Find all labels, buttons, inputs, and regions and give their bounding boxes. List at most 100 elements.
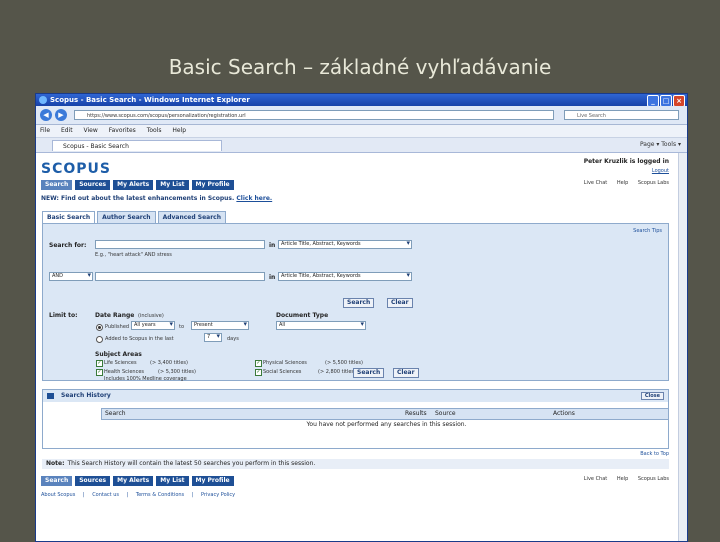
field-2-select[interactable]: Article Title, Abstract, Keywords	[278, 272, 412, 281]
footer-nav-my-alerts[interactable]: My Alerts	[113, 476, 154, 486]
top-nav: Search Sources My Alerts My List My Prof…	[41, 180, 234, 190]
tab-author-search[interactable]: Author Search	[97, 211, 156, 223]
menu-tools[interactable]: Tools	[147, 127, 162, 134]
footer-live-chat-link[interactable]: Live Chat	[584, 476, 607, 482]
live-chat-link[interactable]: Live Chat	[584, 180, 607, 186]
added-label: Added to Scopus in the last	[105, 336, 174, 342]
footer-nav-sources[interactable]: Sources	[75, 476, 111, 486]
to-label: to	[179, 324, 185, 330]
page-scrollbar[interactable]	[678, 153, 687, 541]
search-term-2-input[interactable]	[95, 272, 265, 281]
health-sciences-count: (> 5,300 titles)	[158, 369, 196, 375]
back-arrow-icon[interactable]: ◀	[40, 109, 52, 121]
footer-separator: |	[82, 492, 85, 498]
operator-select[interactable]: AND	[49, 272, 93, 281]
live-search-input[interactable]: Live Search	[564, 110, 679, 120]
history-note: Note: This Search History will contain th…	[42, 459, 669, 469]
tab-advanced-search[interactable]: Advanced Search	[157, 211, 226, 223]
published-radio[interactable]	[96, 324, 103, 331]
footer-help-link[interactable]: Help	[617, 476, 628, 482]
social-sciences-count: (> 2,800 titles)	[318, 369, 356, 375]
life-sciences-count: (> 3,400 titles)	[150, 360, 188, 366]
physical-sciences-label: Physical Sciences	[263, 360, 307, 366]
subject-areas-label: Subject Areas	[95, 351, 142, 358]
date-range-label: Date Range	[95, 312, 135, 319]
news-link[interactable]: Click here.	[236, 195, 272, 202]
limit-to-label: Limit to:	[49, 312, 78, 319]
help-links: Live Chat Help Scopus Labs	[576, 180, 669, 186]
health-sciences-note: Includes 100% Medline coverage	[104, 376, 187, 382]
terms-link[interactable]: Terms & Conditions	[136, 492, 184, 498]
nav-my-profile[interactable]: My Profile	[191, 180, 234, 190]
address-input[interactable]: https://www.scopus.com/scopus/personaliz…	[74, 110, 554, 120]
footer-help-links: Live Chat Help Scopus Labs	[576, 476, 669, 482]
news-text: NEW: Find out about the latest enhanceme…	[41, 195, 235, 202]
years-to-select[interactable]: Present	[191, 321, 249, 330]
years-from-select[interactable]: All years	[131, 321, 175, 330]
search-button[interactable]: Search	[343, 298, 375, 308]
scopus-logo[interactable]: SCOPUS	[41, 161, 111, 177]
nav-sources[interactable]: Sources	[75, 180, 111, 190]
footer-nav: Search Sources My Alerts My List My Prof…	[41, 476, 234, 486]
scopus-page: SCOPUS Peter Kruzlik is logged in Logout…	[36, 153, 687, 541]
tab-bar: Scopus - Basic Search Page ▾ Tools ▾	[36, 138, 687, 153]
life-sciences-checkbox[interactable]: ✓	[96, 360, 103, 367]
field-1-select[interactable]: Article Title, Abstract, Keywords	[278, 240, 412, 249]
footer-nav-search[interactable]: Search	[41, 476, 73, 486]
search-history-header: Search History Close	[43, 390, 668, 402]
health-sciences-checkbox[interactable]: ✓	[96, 369, 103, 376]
about-scopus-link[interactable]: About Scopus	[41, 492, 75, 498]
nav-my-alerts[interactable]: My Alerts	[113, 180, 154, 190]
inclusive-label: (inclusive)	[138, 313, 164, 319]
document-type-label: Document Type	[276, 312, 329, 319]
clear-button-bottom[interactable]: Clear	[393, 368, 419, 378]
scopus-labs-link[interactable]: Scopus Labs	[638, 180, 669, 186]
published-label: Published	[105, 324, 130, 330]
history-table: Search Results Source Actions You have n…	[101, 408, 669, 430]
menu-help[interactable]: Help	[172, 127, 186, 134]
added-radio[interactable]	[96, 336, 103, 343]
logout-link[interactable]: Logout	[652, 168, 669, 174]
document-type-select[interactable]: All	[276, 321, 366, 330]
tab-basic-search[interactable]: Basic Search	[42, 211, 96, 223]
footer-separator: |	[126, 492, 129, 498]
browser-window: Scopus - Basic Search - Windows Internet…	[35, 93, 688, 542]
social-sciences-label: Social Sciences	[263, 369, 302, 375]
privacy-policy-link[interactable]: Privacy Policy	[201, 492, 235, 498]
search-tips-link[interactable]: Search Tips	[633, 228, 662, 234]
menu-file[interactable]: File	[40, 127, 50, 134]
browser-tab[interactable]: Scopus - Basic Search	[52, 140, 222, 151]
footer-nav-my-list[interactable]: My List	[156, 476, 189, 486]
command-bar-tools[interactable]: Page ▾ Tools ▾	[640, 140, 681, 150]
search-history-title: Search History	[61, 392, 111, 399]
note-text: This Search History will contain the lat…	[67, 460, 316, 467]
footer-scopus-labs-link[interactable]: Scopus Labs	[638, 476, 669, 482]
search-term-1-input[interactable]	[95, 240, 265, 249]
col-source: Source	[435, 410, 456, 417]
nav-my-list[interactable]: My List	[156, 180, 189, 190]
history-close-button[interactable]: Close	[640, 392, 664, 400]
help-link[interactable]: Help	[617, 180, 628, 186]
menu-view[interactable]: View	[84, 127, 98, 134]
physical-sciences-count: (> 5,500 titles)	[325, 360, 363, 366]
menu-edit[interactable]: Edit	[61, 127, 73, 134]
col-results: Results	[405, 410, 427, 417]
social-sciences-checkbox[interactable]: ✓	[255, 369, 262, 376]
physical-sciences-checkbox[interactable]: ✓	[255, 360, 262, 367]
news-banner: NEW: Find out about the latest enhanceme…	[41, 195, 272, 202]
clear-button[interactable]: Clear	[387, 298, 413, 308]
days-select[interactable]: 7	[204, 333, 222, 342]
in-label-2: in	[269, 274, 276, 281]
menu-favorites[interactable]: Favorites	[109, 127, 136, 134]
history-table-header: Search Results Source Actions	[101, 408, 669, 420]
col-actions: Actions	[553, 410, 575, 417]
search-button-bottom[interactable]: Search	[353, 368, 385, 378]
window-titlebar: Scopus - Basic Search - Windows Internet…	[36, 94, 687, 107]
history-empty-text: You have not performed any searches in t…	[306, 421, 467, 428]
logged-in-status: Peter Kruzlik is logged in	[583, 158, 669, 165]
back-to-top-link[interactable]: Back to Top	[640, 451, 669, 457]
forward-arrow-icon[interactable]: ▶	[55, 109, 67, 121]
footer-nav-my-profile[interactable]: My Profile	[191, 476, 234, 486]
contact-us-link[interactable]: Contact us	[92, 492, 119, 498]
nav-search[interactable]: Search	[41, 180, 73, 190]
